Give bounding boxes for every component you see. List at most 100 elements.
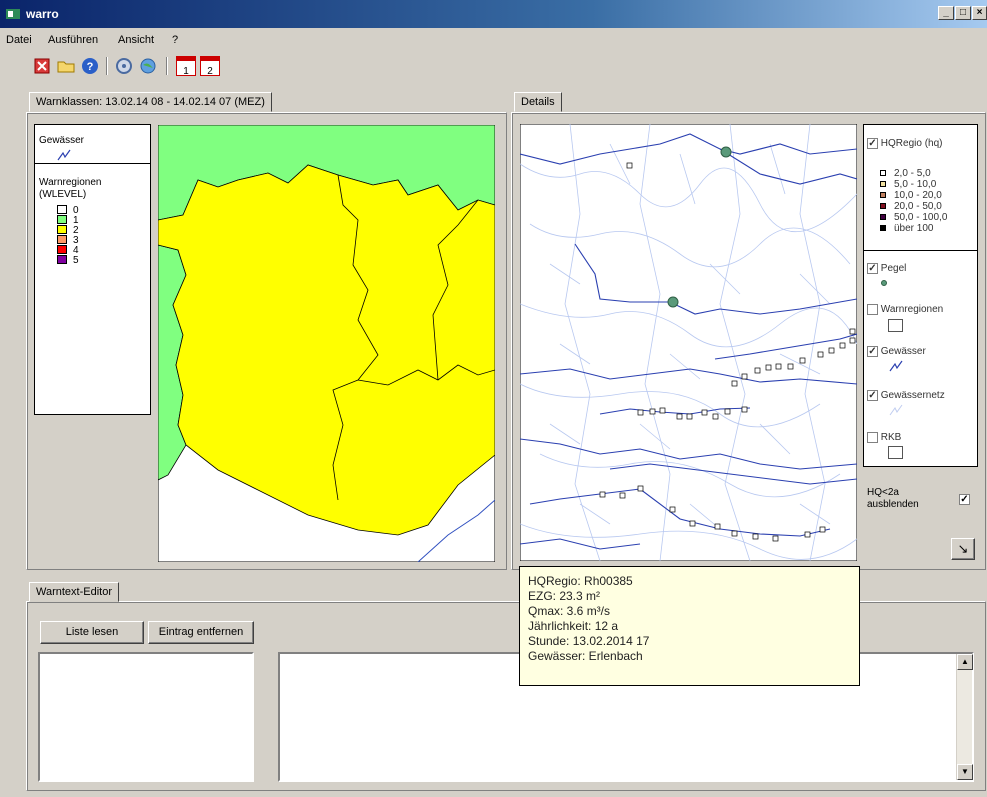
tooltip-ezg: EZG: 23.3 m² <box>528 589 601 603</box>
maximize-button[interactable]: □ <box>955 6 971 20</box>
detail-map[interactable] <box>520 124 857 561</box>
tab-warntext-editor[interactable]: Warntext-Editor <box>29 582 120 602</box>
warnregion-map[interactable] <box>158 125 495 562</box>
hq2a-label: HQ<2a ausblenden <box>867 487 919 511</box>
warntext-list[interactable] <box>38 652 254 782</box>
hqregio-class-marker <box>880 181 886 188</box>
tab-details[interactable]: Details <box>514 92 562 112</box>
gewaessernetz-checkbox[interactable]: ✓ <box>867 390 878 401</box>
open-folder-icon[interactable] <box>56 56 76 76</box>
legend-level-row: 1 <box>57 215 79 226</box>
app-icon <box>6 9 20 19</box>
pegel-checkbox[interactable]: ✓ <box>867 263 878 274</box>
tooltip-qmax: Qmax: 3.6 m³/s <box>528 604 611 618</box>
pegel-label: Pegel <box>880 263 907 275</box>
hqregio-class-marker <box>880 170 886 177</box>
hq2a-checkbox[interactable]: ✓ <box>959 494 970 505</box>
hqregio-class-row: 10,0 - 20,0 <box>880 190 942 201</box>
legend-level-row: 5 <box>57 255 79 266</box>
toolbar: ? 1 2 <box>0 53 987 81</box>
rkb-label: RKB <box>880 432 902 444</box>
river-icon <box>889 360 903 372</box>
legend-level-swatch <box>57 235 67 244</box>
legend-level-swatch <box>57 245 67 254</box>
rkb-toggle[interactable]: RKB <box>867 432 901 443</box>
gewaesser-toggle[interactable]: ✓ Gewässer <box>867 346 926 357</box>
river-icon <box>57 149 71 161</box>
calendar-day2-icon[interactable]: 2 <box>200 56 220 77</box>
map-legend: Gewässer Warnregionen (WLEVEL) 012345 <box>34 124 151 415</box>
close-doc-icon[interactable] <box>32 56 52 76</box>
globe-icon[interactable] <box>138 56 158 76</box>
close-button[interactable]: × <box>972 6 987 20</box>
gewaesser-label: Gewässer <box>880 346 926 358</box>
legend-level-swatch <box>57 215 67 224</box>
scroll-up-button[interactable]: ▲ <box>957 654 973 670</box>
tooltip-gewaesser: Gewässer: Erlenbach <box>528 649 643 663</box>
legend-regions-title: Warnregionen <box>39 177 102 188</box>
tooltip-hqregio: HQRegio: Rh00385 <box>528 574 633 588</box>
window-title: warro <box>26 7 59 21</box>
calendar-day1-icon[interactable]: 1 <box>176 56 196 77</box>
legend-regions-subtitle: (WLEVEL) <box>39 189 87 200</box>
gewaesser-checkbox[interactable]: ✓ <box>867 346 878 357</box>
gauge-point-icon <box>881 280 887 286</box>
toolbar-separator <box>106 57 108 75</box>
hqregio-checkbox[interactable]: ✓ <box>867 138 878 149</box>
hqregio-class-label: 10,0 - 20,0 <box>894 190 942 201</box>
refresh-icon[interactable] <box>114 56 134 76</box>
hqregio-class-marker <box>880 203 886 210</box>
hqregio-class-row: 20,0 - 50,0 <box>880 201 942 212</box>
hq2a-label-line2: ausblenden <box>867 499 919 510</box>
menu-help[interactable]: ? <box>172 34 178 46</box>
hqregio-class-marker <box>880 214 886 221</box>
legend-level-row: 3 <box>57 235 79 246</box>
scroll-down-button[interactable]: ▼ <box>957 764 973 780</box>
warnregionen-label: Warnregionen <box>880 304 944 316</box>
hqregio-class-label: 50,0 - 100,0 <box>894 212 948 223</box>
help-icon[interactable]: ? <box>80 56 100 76</box>
hqregio-class-row: 2,0 - 5,0 <box>880 168 931 179</box>
warnregion-swatch <box>888 319 903 332</box>
menu-bar: Datei Ausführen Ansicht ? <box>0 31 987 49</box>
tab-warnklassen[interactable]: Warnklassen: 13.02.14 08 - 14.02.14 07 (… <box>29 92 272 112</box>
hqregio-tooltip: HQRegio: Rh00385 EZG: 23.3 m² Qmax: 3.6 … <box>519 566 860 686</box>
rkb-checkbox[interactable] <box>867 432 878 443</box>
legend-level-row: 4 <box>57 245 79 256</box>
gewaessernetz-toggle[interactable]: ✓ Gewässernetz <box>867 390 945 401</box>
zoom-arrow-button[interactable]: ↘ <box>951 538 975 560</box>
legend-level-row: 0 <box>57 205 79 216</box>
legend-level-row: 2 <box>57 225 79 236</box>
svg-text:?: ? <box>87 61 94 73</box>
hqregio-class-label: über 100 <box>894 223 934 234</box>
rkb-swatch <box>888 446 903 459</box>
remove-entry-button[interactable]: Eintrag entfernen <box>148 621 254 644</box>
tooltip-stunde: Stunde: 13.02.2014 17 <box>528 634 650 648</box>
legend-water-title: Gewässer <box>39 135 85 146</box>
hqregio-label: HQRegio (hq) <box>880 138 943 150</box>
river-network-icon <box>889 404 903 416</box>
pegel-toggle[interactable]: ✓ Pegel <box>867 263 906 274</box>
menu-ansicht[interactable]: Ansicht <box>118 34 154 46</box>
legend-level-swatch <box>57 255 67 264</box>
legend-level-swatch <box>57 205 67 214</box>
gewaessernetz-label: Gewässernetz <box>880 390 945 402</box>
hqregio-class-label: 5,0 - 10,0 <box>894 179 937 190</box>
legend-level-swatch <box>57 225 67 234</box>
warnregionen-checkbox[interactable] <box>867 304 878 315</box>
menu-ausfuehren[interactable]: Ausführen <box>48 34 98 46</box>
minimize-button[interactable]: _ <box>938 6 954 20</box>
menu-datei[interactable]: Datei <box>6 34 32 46</box>
title-bar: warro _ □ × <box>0 0 987 28</box>
warnregionen-toggle[interactable]: Warnregionen <box>867 304 943 315</box>
hqregio-class-row: 50,0 - 100,0 <box>880 212 947 223</box>
hqregio-class-marker <box>880 225 886 232</box>
hqregio-class-row: über 100 <box>880 223 933 234</box>
vertical-scrollbar[interactable]: ▲ ▼ <box>956 654 973 780</box>
read-list-button[interactable]: Liste lesen <box>40 621 144 644</box>
hqregio-toggle[interactable]: ✓ HQRegio (hq) <box>867 138 942 149</box>
tooltip-jaehrlichkeit: Jährlichkeit: 12 a <box>528 619 619 633</box>
legend-divider <box>35 163 150 164</box>
hqregio-class-label: 2,0 - 5,0 <box>894 168 931 179</box>
legend-level-label: 5 <box>73 255 79 266</box>
